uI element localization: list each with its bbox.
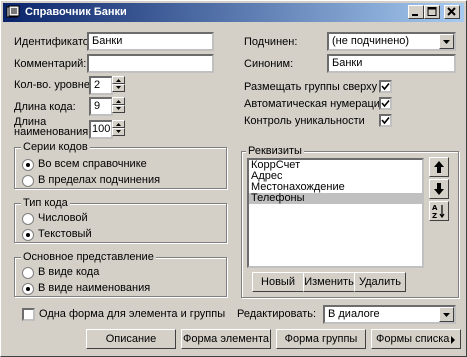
one-form-label: Одна форма для элемента и группы bbox=[39, 308, 226, 320]
subordinate-value: (не подчинено) bbox=[332, 35, 410, 47]
description-button[interactable]: Описание bbox=[86, 329, 176, 349]
synonym-label: Синоним: bbox=[244, 58, 294, 70]
stepper-down-button[interactable] bbox=[112, 84, 125, 92]
arrow-up-small-icon bbox=[116, 100, 121, 103]
checkmark-icon bbox=[381, 82, 390, 91]
auto-numbering-checkbox[interactable] bbox=[379, 97, 392, 110]
code-series-group-title: Серии кодов bbox=[21, 141, 90, 153]
code-length-stepper[interactable] bbox=[112, 97, 125, 114]
identifier-label: Идентификатор: bbox=[14, 36, 99, 48]
arrow-down-icon bbox=[434, 183, 444, 195]
requisites-list[interactable]: КоррСчет Адрес Местонахождение Телефоны bbox=[247, 158, 424, 268]
combo-dropdown-button[interactable] bbox=[439, 307, 454, 322]
arrow-up-small-icon bbox=[116, 79, 121, 82]
repr-name-label: В виде наименования bbox=[38, 282, 151, 294]
chevron-down-icon bbox=[443, 313, 450, 317]
code-type-text-label: Текстовый bbox=[38, 228, 92, 240]
arrow-up-icon bbox=[434, 161, 444, 173]
arrow-up-small-icon bbox=[116, 123, 121, 126]
arrow-down-small-icon bbox=[116, 130, 121, 133]
subordinate-label: Подчинен: bbox=[244, 36, 298, 48]
sort-az-icon: A Z bbox=[432, 204, 445, 220]
code-type-text-radio[interactable] bbox=[22, 229, 34, 241]
edit-mode-combo[interactable]: В диалоге bbox=[323, 305, 456, 324]
synonym-input[interactable]: Банки bbox=[327, 54, 456, 73]
title-bar[interactable]: Справочник Банки bbox=[3, 3, 464, 22]
window-title: Справочник Банки bbox=[25, 6, 127, 18]
uniqueness-control-label: Контроль уникальности bbox=[244, 115, 365, 127]
stepper-down-button[interactable] bbox=[112, 128, 125, 136]
stepper-up-button[interactable] bbox=[112, 76, 125, 84]
list-item[interactable]: Телефоны bbox=[249, 193, 422, 204]
delete-requisite-button[interactable]: Удалить bbox=[354, 272, 406, 292]
app-icon bbox=[6, 5, 20, 18]
checkmark-icon bbox=[381, 116, 390, 125]
combo-dropdown-button[interactable] bbox=[439, 34, 454, 49]
levels-input[interactable]: 2 bbox=[89, 76, 113, 95]
code-length-input[interactable]: 9 bbox=[89, 97, 113, 116]
new-requisite-button[interactable]: Новый bbox=[252, 272, 304, 292]
move-down-button[interactable] bbox=[429, 179, 449, 199]
maximize-button[interactable] bbox=[424, 5, 440, 19]
arrow-down-small-icon bbox=[116, 107, 121, 110]
identifier-input[interactable]: Банки bbox=[87, 32, 214, 51]
close-icon bbox=[447, 7, 456, 16]
repr-code-radio[interactable] bbox=[22, 267, 34, 279]
stepper-up-button[interactable] bbox=[112, 97, 125, 105]
edit-requisite-button[interactable]: Изменить bbox=[303, 272, 355, 292]
minimize-icon bbox=[412, 14, 418, 16]
move-up-button[interactable] bbox=[429, 157, 449, 177]
levels-label: Кол-во. уровней: bbox=[14, 79, 100, 91]
sort-button[interactable]: A Z bbox=[429, 201, 449, 221]
series-subordinate-radio[interactable] bbox=[22, 175, 34, 187]
repr-name-radio[interactable] bbox=[22, 283, 34, 295]
one-form-checkbox[interactable] bbox=[22, 308, 35, 321]
subordinate-combo[interactable]: (не подчинено) bbox=[327, 32, 456, 51]
comment-label: Комментарий: bbox=[14, 58, 87, 70]
edit-mode-value: В диалоге bbox=[328, 308, 380, 320]
window: Справочник Банки Идентификатор: Банки Ко… bbox=[0, 0, 467, 357]
series-whole-label: Во всем справочнике bbox=[38, 158, 147, 170]
levels-stepper[interactable] bbox=[112, 76, 125, 93]
uniqueness-control-checkbox[interactable] bbox=[379, 114, 392, 127]
maximize-icon bbox=[427, 7, 437, 16]
repr-code-label: В виде кода bbox=[38, 266, 100, 278]
chevron-right-icon bbox=[451, 336, 455, 344]
name-length-stepper[interactable] bbox=[112, 120, 125, 137]
svg-text:Z: Z bbox=[432, 212, 437, 220]
comment-input[interactable] bbox=[87, 54, 214, 73]
code-type-numeric-label: Числовой bbox=[38, 212, 88, 224]
element-form-button[interactable]: Форма элемента bbox=[181, 329, 271, 349]
stepper-up-button[interactable] bbox=[112, 120, 125, 128]
minimize-button[interactable] bbox=[408, 5, 424, 19]
arrow-down-small-icon bbox=[116, 86, 121, 89]
name-length-label: Длина наименования: bbox=[14, 117, 92, 138]
name-length-input[interactable]: 100 bbox=[89, 120, 113, 139]
stepper-down-button[interactable] bbox=[112, 105, 125, 113]
code-type-numeric-radio[interactable] bbox=[22, 213, 34, 225]
list-forms-label: Формы списка bbox=[376, 333, 450, 345]
series-whole-radio[interactable] bbox=[22, 159, 34, 171]
edit-mode-label: Редактировать: bbox=[237, 308, 317, 320]
svg-text:A: A bbox=[432, 204, 438, 212]
checkmark-icon bbox=[381, 99, 390, 108]
code-length-label: Длина кода: bbox=[14, 101, 76, 113]
groups-on-top-label: Размещать группы сверху bbox=[244, 81, 378, 93]
groups-on-top-checkbox[interactable] bbox=[379, 80, 392, 93]
list-forms-button[interactable]: Формы списка bbox=[371, 329, 461, 349]
auto-numbering-label: Автоматическая нумерация bbox=[244, 98, 386, 110]
name-length-label-line2: наименования: bbox=[14, 126, 92, 138]
code-type-group-title: Тип кода bbox=[21, 197, 70, 209]
requisites-group-title: Реквизиты bbox=[246, 145, 304, 157]
series-subordinate-label: В пределах подчинения bbox=[38, 174, 161, 186]
main-representation-group-title: Основное представление bbox=[21, 251, 156, 263]
group-form-button[interactable]: Форма группы bbox=[276, 329, 366, 349]
chevron-down-icon bbox=[443, 40, 450, 44]
close-button[interactable] bbox=[444, 5, 460, 19]
